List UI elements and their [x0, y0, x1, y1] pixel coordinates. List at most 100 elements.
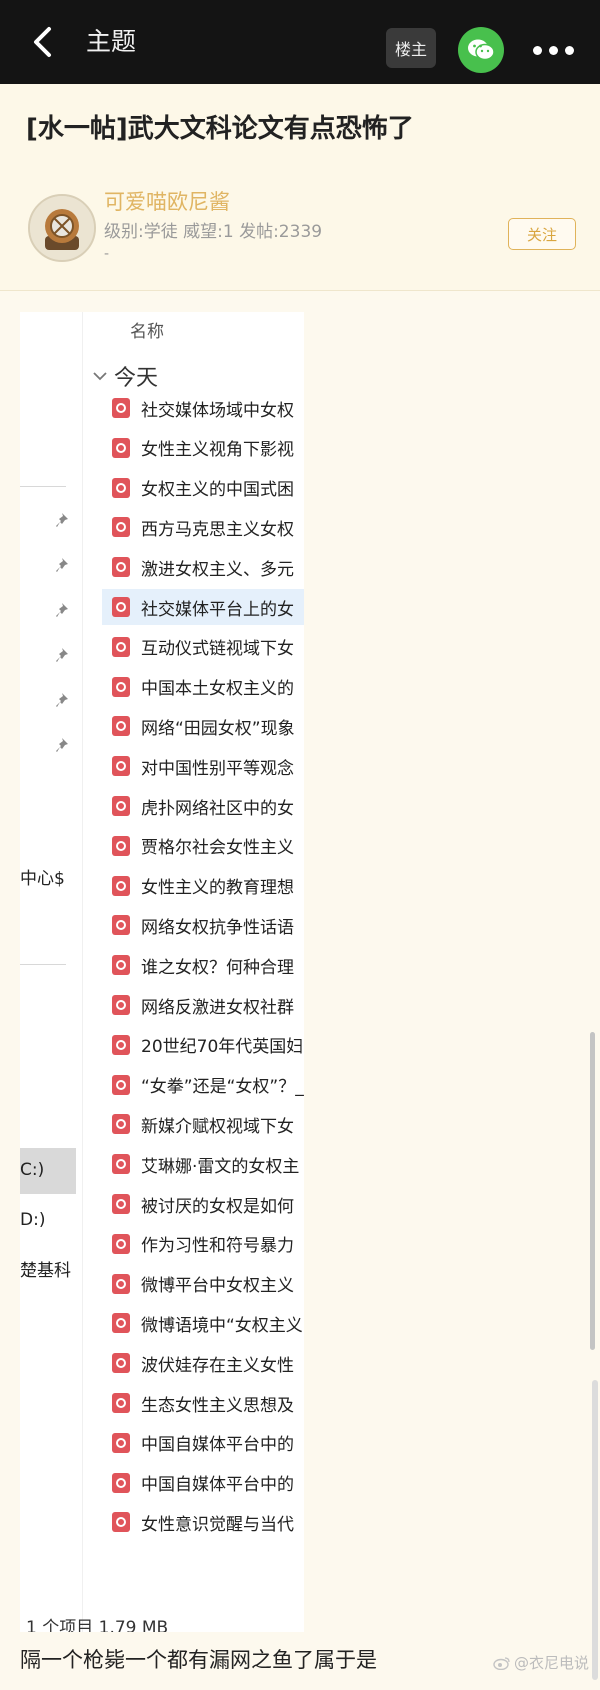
- file-name: 生态女性主义思想及: [141, 1395, 294, 1416]
- group-label: 今天: [114, 366, 159, 391]
- author-name[interactable]: 可爱喵欧尼酱: [104, 186, 230, 216]
- file-row[interactable]: 女性主义视角下影视: [102, 430, 304, 466]
- pdf-file-icon: [112, 477, 130, 498]
- pdf-file-icon: [112, 716, 130, 737]
- file-row[interactable]: 网络“田园女权”现象: [102, 708, 304, 744]
- file-row[interactable]: 被讨厌的女权是如何: [102, 1186, 304, 1222]
- chevron-down-icon: [93, 372, 107, 381]
- file-name: 中国自媒体平台中的: [141, 1475, 294, 1496]
- pdf-file-icon: [112, 1194, 130, 1214]
- more-horizontal-icon[interactable]: [528, 32, 578, 68]
- file-name: 激进女权主义、多元: [141, 559, 294, 580]
- watermark-text: @衣尼电说: [514, 1654, 590, 1672]
- op-only-button[interactable]: 楼主: [386, 28, 436, 68]
- watermark: @衣尼电说: [493, 1652, 589, 1673]
- nav-item-c-drive: C:): [20, 1160, 45, 1180]
- pdf-file-icon: [112, 1512, 130, 1533]
- file-row[interactable]: 贾格尔社会女性主义: [102, 828, 304, 864]
- pdf-file-icon: [112, 995, 130, 1015]
- file-row[interactable]: 虎扑网络社区中的女: [102, 788, 304, 824]
- file-row[interactable]: 激进女权主义、多元: [102, 549, 304, 585]
- file-name: 女性主义视角下影视: [141, 440, 294, 461]
- file-name: 被讨厌的女权是如何: [141, 1196, 294, 1217]
- page-title: 主题: [86, 27, 137, 56]
- pdf-file-icon: [112, 915, 130, 936]
- wechat-icon[interactable]: [458, 27, 504, 73]
- file-row[interactable]: 女性意识觉醒与当代: [102, 1504, 304, 1540]
- avatar[interactable]: [28, 194, 96, 262]
- file-name: 新媒介赋权视域下女: [141, 1116, 294, 1137]
- file-row[interactable]: 网络反激进女权社群: [102, 987, 304, 1023]
- file-row[interactable]: 20世纪70年代英国妇: [102, 1027, 304, 1063]
- post-title-bar: [水一帖]武大文科论文有点恐怖了: [0, 84, 600, 169]
- post-title: [水一帖]武大文科论文有点恐怖了: [26, 114, 414, 144]
- pdf-file-icon: [112, 875, 130, 896]
- file-row[interactable]: 微博平台中女权主义: [102, 1266, 304, 1302]
- file-name: 网络反激进女权社群: [141, 997, 294, 1018]
- file-row[interactable]: 艾琳娜·雷文的女权主: [102, 1146, 304, 1182]
- pin-icon: [56, 558, 68, 572]
- pdf-file-icon: [112, 517, 130, 538]
- file-row[interactable]: 中国本土女权主义的: [102, 669, 304, 705]
- pdf-file-icon: [112, 1154, 130, 1175]
- scrollbar[interactable]: [590, 1032, 595, 1350]
- pdf-file-icon: [112, 1074, 130, 1095]
- file-row[interactable]: 对中国性别平等观念: [102, 748, 304, 784]
- pdf-file-icon: [112, 955, 130, 976]
- file-row[interactable]: 网络女权抗争性话语: [102, 907, 304, 943]
- file-name: 女性意识觉醒与当代: [141, 1514, 294, 1535]
- file-name: 微博语境中“女权主义: [141, 1315, 303, 1336]
- file-name: 西方马克思主义女权: [141, 519, 294, 540]
- pin-icon: [56, 603, 68, 617]
- file-name: 女性主义的教育理想: [141, 878, 294, 899]
- pdf-file-icon: [112, 1233, 130, 1254]
- pdf-file-icon: [112, 1353, 130, 1374]
- file-name: 作为习性和符号暴力: [141, 1236, 294, 1257]
- file-row[interactable]: 女性主义的教育理想: [102, 868, 304, 904]
- pdf-file-icon: [112, 636, 130, 657]
- file-row[interactable]: 谁之女权？何种合理: [102, 947, 304, 983]
- explorer-nav-pane: 中心$ C:) D:) 楚基科: [20, 312, 83, 1632]
- file-name: 波伏娃存在主义女性: [141, 1355, 294, 1376]
- status-bar-text: 1 个项目 1.79 MB: [26, 1618, 169, 1632]
- file-row[interactable]: 社交媒体场域中女权: [102, 390, 304, 426]
- pdf-file-icon: [112, 1034, 130, 1055]
- pdf-file-icon: [112, 835, 130, 856]
- file-row[interactable]: 中国自媒体平台中的: [102, 1425, 304, 1461]
- follow-button[interactable]: 关注: [508, 218, 576, 250]
- pdf-file-icon: [112, 796, 130, 816]
- file-row[interactable]: 新媒介赋权视域下女: [102, 1106, 304, 1142]
- file-row[interactable]: 波伏娃存在主义女性: [102, 1345, 304, 1381]
- pdf-file-icon: [112, 1313, 130, 1334]
- pdf-file-icon: [112, 1114, 130, 1135]
- pdf-file-icon: [112, 437, 130, 458]
- file-name: “女拳”还是“女权”？_: [141, 1077, 304, 1098]
- file-name: 网络女权抗争性话语: [141, 917, 294, 938]
- scrollbar[interactable]: [592, 1380, 598, 1680]
- file-row[interactable]: 微博语境中“女权主义: [102, 1305, 304, 1341]
- pdf-file-icon: [112, 1273, 130, 1294]
- file-name: 微博平台中女权主义: [141, 1276, 294, 1297]
- pdf-file-icon: [112, 557, 130, 578]
- weibo-icon: [493, 1656, 510, 1670]
- file-name: 女权主义的中国式困: [141, 480, 294, 501]
- file-row[interactable]: 西方马克思主义女权: [102, 509, 304, 545]
- file-row[interactable]: 作为习性和符号暴力: [102, 1226, 304, 1262]
- file-row[interactable]: 互动仪式链视域下女: [102, 629, 304, 665]
- nav-item-label: 楚基科: [20, 1261, 71, 1281]
- file-row[interactable]: 中国自媒体平台中的: [102, 1465, 304, 1501]
- chevron-left-icon[interactable]: [24, 22, 60, 62]
- file-row[interactable]: 社交媒体平台上的女: [102, 589, 304, 625]
- file-name: 中国本土女权主义的: [141, 679, 294, 700]
- file-row[interactable]: 生态女性主义思想及: [102, 1385, 304, 1421]
- author-meta: 级别:学徒 威望:1 发帖:2339: [104, 222, 323, 242]
- file-row[interactable]: “女拳”还是“女权”？_: [102, 1067, 304, 1103]
- file-name: 中国自媒体平台中的: [141, 1435, 294, 1456]
- file-name: 虎扑网络社区中的女: [141, 798, 294, 819]
- pdf-file-icon: [112, 398, 130, 418]
- group-today: 今天: [92, 360, 158, 392]
- file-name: 社交媒体平台上的女: [141, 599, 294, 620]
- post-caption: 隔一个枪毙一个都有漏网之鱼了属于是: [20, 1648, 377, 1672]
- file-row[interactable]: 女权主义的中国式困: [102, 470, 304, 506]
- author-signature: -: [104, 246, 110, 262]
